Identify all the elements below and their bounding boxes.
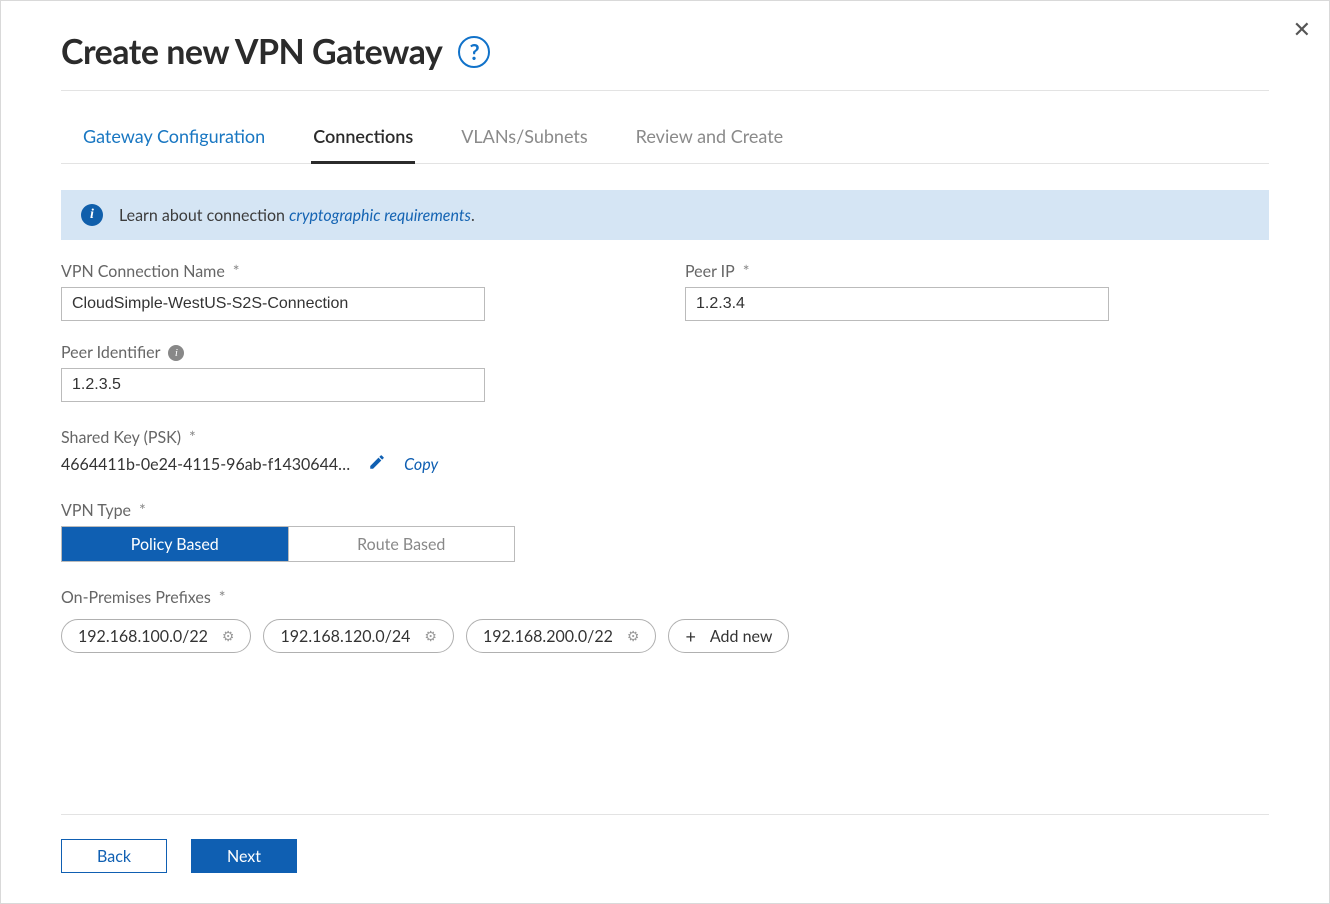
info-banner-tail: . [471,206,475,225]
divider [61,814,1269,815]
tab-connections[interactable]: Connections [311,115,415,164]
gear-icon[interactable]: ⚙ [424,627,437,645]
field-vpn-connection-name: VPN Connection Name * [61,262,485,321]
gear-icon[interactable]: ⚙ [222,627,235,645]
required-marker: * [233,262,240,281]
peer-identifier-input[interactable] [61,368,485,402]
create-vpn-gateway-panel: ✕ Create new VPN Gateway ? Gateway Confi… [0,0,1330,904]
pencil-icon[interactable] [368,453,386,475]
connections-form: VPN Connection Name * Peer IP * Peer Ide… [61,262,1269,653]
info-banner: i Learn about connection cryptographic r… [61,190,1269,240]
tab-gateway-configuration[interactable]: Gateway Configuration [81,115,267,163]
tab-review-create[interactable]: Review and Create [634,115,785,163]
crypto-requirements-link[interactable]: cryptographic requirements [289,206,471,225]
field-shared-key: Shared Key (PSK) * 4664411b-0e24-4115-96… [61,428,1269,475]
next-button[interactable]: Next [191,839,297,873]
page-title-text: Create new VPN Gateway [61,31,442,72]
info-banner-lead: Learn about connection [119,206,289,225]
info-banner-text: Learn about connection cryptographic req… [119,206,475,225]
label-vpn-type: VPN Type [61,501,131,520]
copy-psk-link[interactable]: Copy [404,455,438,474]
label-shared-key: Shared Key (PSK) [61,428,181,447]
field-vpn-type: VPN Type * Policy Based Route Based [61,501,1269,562]
field-peer-ip: Peer IP * [685,262,1109,321]
wizard-footer: Back Next [61,814,1269,873]
back-button[interactable]: Back [61,839,167,873]
label-peer-identifier: Peer Identifier [61,343,160,362]
required-marker: * [139,501,146,520]
field-onprem-prefixes: On-Premises Prefixes * 192.168.100.0/22 … [61,588,1269,653]
plus-icon: + [685,625,695,647]
gear-icon[interactable]: ⚙ [627,627,640,645]
vpn-connection-name-input[interactable] [61,287,485,321]
info-icon: i [81,204,103,226]
required-marker: * [219,588,226,607]
vpn-type-route-based[interactable]: Route Based [289,527,515,561]
wizard-tabs: Gateway Configuration Connections VLANs/… [61,115,1269,164]
prefix-chip-label: 192.168.100.0/22 [78,627,208,646]
prefix-chip[interactable]: 192.168.100.0/22 ⚙ [61,619,251,653]
tab-vlans-subnets[interactable]: VLANs/Subnets [459,115,589,163]
prefix-chip[interactable]: 192.168.120.0/24 ⚙ [263,619,453,653]
prefix-chip-label: 192.168.120.0/24 [280,627,410,646]
add-prefix-button[interactable]: + Add new [668,619,789,653]
close-icon[interactable]: ✕ [1293,15,1311,43]
add-prefix-label: Add new [710,627,773,646]
prefix-chip-label: 192.168.200.0/22 [483,627,613,646]
help-icon[interactable]: ? [458,36,490,68]
vpn-type-toggle: Policy Based Route Based [61,526,515,562]
required-marker: * [743,262,750,281]
field-peer-identifier: Peer Identifier i [61,343,1269,402]
peer-ip-input[interactable] [685,287,1109,321]
page-title: Create new VPN Gateway ? [61,31,1269,72]
vpn-type-policy-based[interactable]: Policy Based [62,527,289,561]
label-vpn-connection-name: VPN Connection Name [61,262,225,281]
info-icon[interactable]: i [168,345,184,361]
required-marker: * [189,428,196,447]
label-peer-ip: Peer IP [685,262,735,281]
shared-key-value: 4664411b-0e24-4115-96ab-f1430644… [61,455,350,474]
prefix-chip[interactable]: 192.168.200.0/22 ⚙ [466,619,656,653]
label-onprem-prefixes: On-Premises Prefixes [61,588,211,607]
divider [61,90,1269,91]
